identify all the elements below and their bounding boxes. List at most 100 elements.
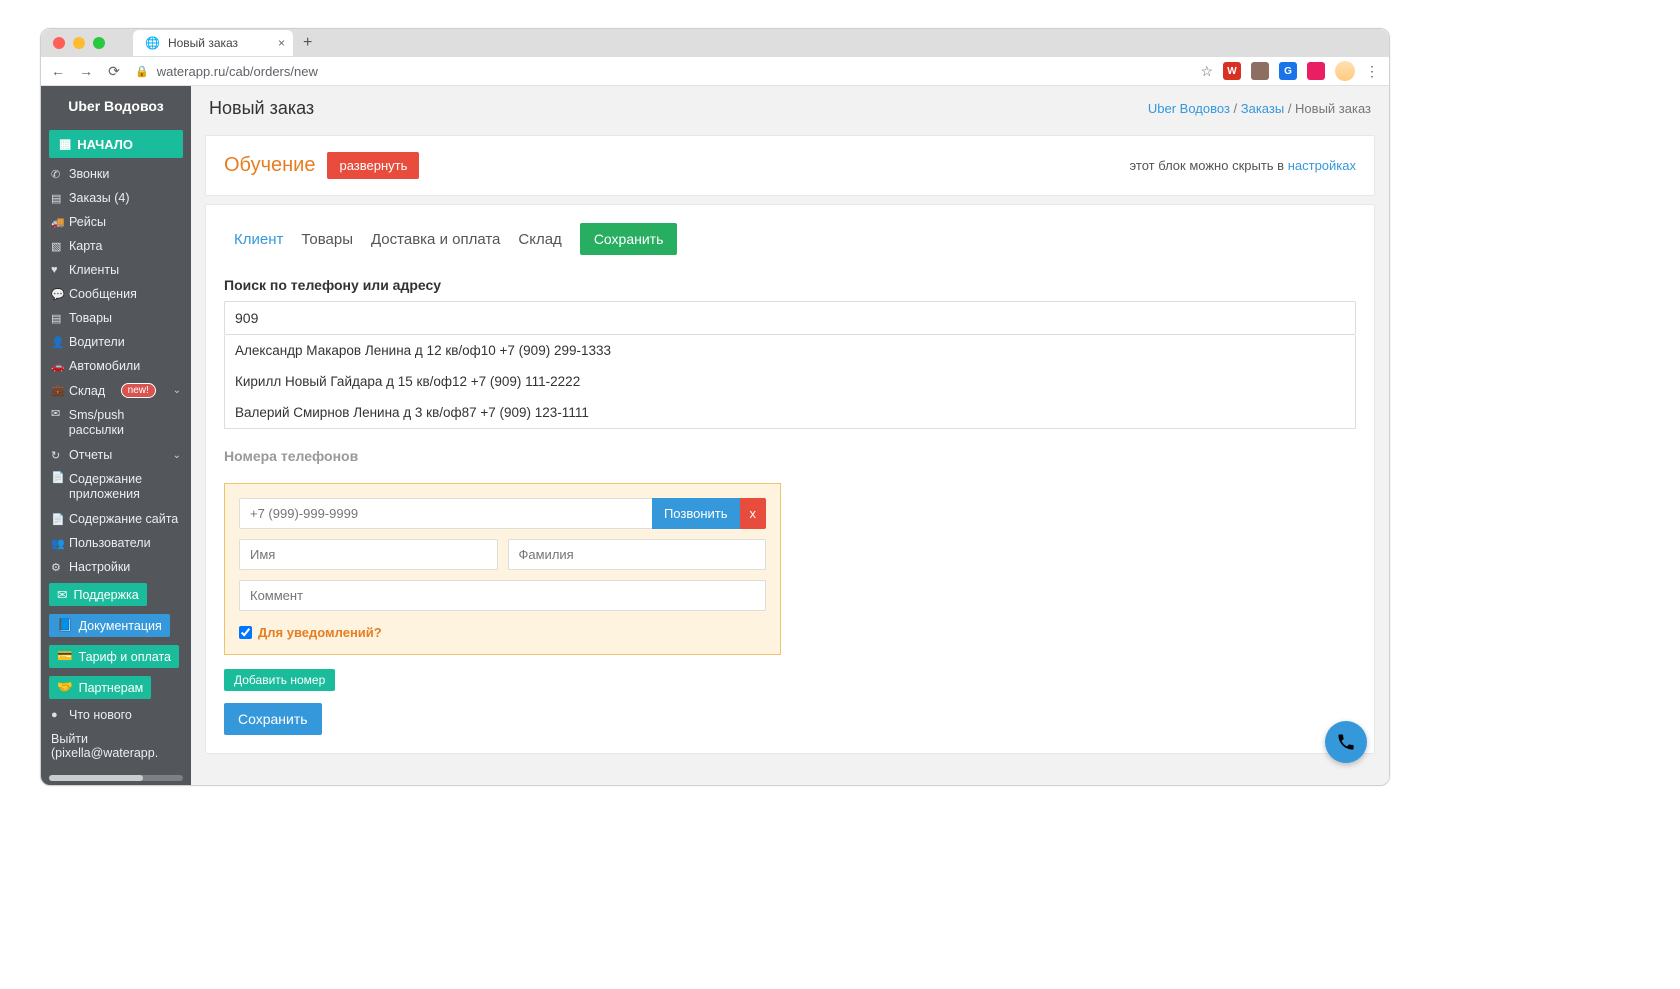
phone-input[interactable] [239,498,652,529]
refresh-icon: ↻ [51,449,63,462]
search-label: Поиск по телефону или адресу [224,277,1356,293]
tab-warehouse[interactable]: Склад [518,227,561,252]
breadcrumb-orders[interactable]: Заказы [1241,101,1284,116]
training-title: Обучение [224,154,315,177]
tab-products[interactable]: Товары [301,227,353,252]
sidebar-item-app-content[interactable]: 📄Содержание приложения [41,467,191,507]
name-row [239,539,766,570]
sidebar-item-orders[interactable]: ▤Заказы (4) [41,186,191,210]
sidebar-scrollbar[interactable] [49,775,183,781]
dashboard-icon: ▦ [59,136,71,152]
autocomplete-item[interactable]: Александр Макаров Ленина д 12 кв/оф10 +7… [225,335,1355,366]
notification-row: Для уведомлений? [239,625,766,640]
breadcrumb-home[interactable]: Uber Водовоз [1148,101,1230,116]
add-number-button[interactable]: Добавить номер [224,669,335,691]
phone-icon: ✆ [51,168,63,181]
users-icon: 👥 [51,537,63,550]
sidebar-item-drivers[interactable]: 👤Водители [41,330,191,354]
training-hint: этот блок можно скрыть в настройках [1130,158,1356,173]
window-controls [53,37,105,49]
autocomplete-item[interactable]: Валерий Смирнов Ленина д 3 кв/оф87 +7 (9… [225,397,1355,428]
expand-training-button[interactable]: развернуть [327,152,419,179]
heart-icon: ♥ [51,264,63,276]
page-header: Новый заказ Uber Водовоз / Заказы / Новы… [191,86,1389,127]
phone-block: Позвонить x Для уведомлений? [224,483,781,655]
extension-icon-3[interactable]: G [1279,62,1297,80]
sidebar-chip-docs[interactable]: 📘Документация [49,614,170,637]
breadcrumb: Uber Водовоз / Заказы / Новый заказ [1148,101,1371,116]
browser-toolbar: ← → ⟳ 🔒 waterapp.ru/cab/orders/new ☆ W G… [41,57,1389,86]
browser-window: 🌐 Новый заказ × + ← → ⟳ 🔒 waterapp.ru/ca… [40,28,1390,786]
sidebar-item-smspush[interactable]: ✉Sms/push рассылки [41,403,191,443]
sidebar-item-messages[interactable]: 💬Сообщения [41,282,191,306]
address-bar[interactable]: 🔒 waterapp.ru/cab/orders/new [135,64,1186,79]
main-content: Новый заказ Uber Водовоз / Заказы / Новы… [191,86,1389,785]
sidebar-item-users[interactable]: 👥Пользователи [41,531,191,555]
forward-icon[interactable]: → [79,63,93,79]
sidebar-item-settings[interactable]: ⚙Настройки [41,555,191,579]
scrollbar-thumb[interactable] [49,775,143,781]
sidebar-item-site-content[interactable]: 📄Содержание сайта [41,507,191,531]
profile-avatar-icon[interactable] [1335,61,1355,81]
sidebar-item-products[interactable]: ▤Товары [41,306,191,330]
save-top-button[interactable]: Сохранить [580,223,678,255]
extension-icon-4[interactable] [1307,62,1325,80]
close-tab-icon[interactable]: × [278,36,285,50]
sidebar-item-calls[interactable]: ✆Звонки [41,162,191,186]
maximize-window-icon[interactable] [93,37,105,49]
sidebar-chip-partners[interactable]: 🤝Партнерам [49,676,151,699]
sidebar-item-clients[interactable]: ♥Клиенты [41,258,191,282]
phone-row: Позвонить x [239,498,766,529]
lock-icon: 🔒 [135,65,149,78]
new-tab-button[interactable]: + [303,34,312,52]
sidebar-start-button[interactable]: ▦ НАЧАЛО [49,130,183,158]
sidebar-chip-tariff[interactable]: 💳Тариф и оплата [49,645,179,668]
sidebar-item-vehicles[interactable]: 🚗Автомобили [41,354,191,378]
first-name-input[interactable] [239,539,498,570]
briefcase-icon: 💼 [51,384,63,397]
tab-delivery[interactable]: Доставка и оплата [371,227,500,252]
sidebar-item-reports[interactable]: ↻Отчеты⌄ [41,443,191,467]
globe-icon: 🌐 [145,36,160,50]
kebab-menu-icon[interactable]: ⋮ [1365,63,1379,80]
car-icon: 🚗 [51,360,63,373]
comment-input[interactable] [239,580,766,611]
back-icon[interactable]: ← [51,63,65,79]
page-url: waterapp.ru/cab/orders/new [157,64,318,79]
handshake-icon: 🤝 [57,680,73,695]
tab-client[interactable]: Клиент [234,227,283,252]
sidebar-chip-support[interactable]: ✉Поддержка [49,583,147,606]
browser-tab[interactable]: 🌐 Новый заказ × [133,30,293,56]
reload-icon[interactable]: ⟳ [107,63,121,80]
chat-icon: 💬 [51,288,63,301]
notification-checkbox[interactable] [239,626,252,639]
sidebar-item-trips[interactable]: 🚚Рейсы [41,210,191,234]
sidebar-item-whatsnew[interactable]: ●Что нового [41,703,191,727]
order-card: Клиент Товары Доставка и оплата Склад Со… [205,204,1375,754]
minimize-window-icon[interactable] [73,37,85,49]
training-card: Обучение развернуть этот блок можно скры… [205,135,1375,196]
help-icon: ✉ [57,587,67,602]
sidebar-item-warehouse[interactable]: 💼Склад new!⌄ [41,378,191,403]
book-icon: 📘 [57,618,73,633]
delete-phone-button[interactable]: x [740,498,767,529]
new-badge: new! [121,383,156,398]
sidebar: Uber Водовоз ▦ НАЧАЛО ✆Звонки ▤Заказы (4… [41,86,191,785]
tabs-row: Клиент Товары Доставка и оплата Склад Со… [224,223,1356,255]
extension-icon-2[interactable] [1251,62,1269,80]
app-root: Uber Водовоз ▦ НАЧАЛО ✆Звонки ▤Заказы (4… [41,86,1389,785]
last-name-input[interactable] [508,539,767,570]
close-window-icon[interactable] [53,37,65,49]
sidebar-item-map[interactable]: ▧Карта [41,234,191,258]
brand-title: Uber Водовоз [41,86,191,126]
sidebar-item-logout[interactable]: Выйти (pixella@waterapp. [41,727,191,765]
search-input[interactable] [224,301,1356,335]
extension-icon-1[interactable]: W [1223,62,1241,80]
autocomplete-item[interactable]: Кирилл Новый Гайдара д 15 кв/оф12 +7 (90… [225,366,1355,397]
gear-icon: ⚙ [51,561,63,574]
call-fab[interactable] [1325,721,1367,763]
call-button[interactable]: Позвонить [652,498,740,529]
bookmark-star-icon[interactable]: ☆ [1200,63,1213,80]
save-bottom-button[interactable]: Сохранить [224,703,322,735]
settings-link[interactable]: настройках [1288,158,1356,173]
